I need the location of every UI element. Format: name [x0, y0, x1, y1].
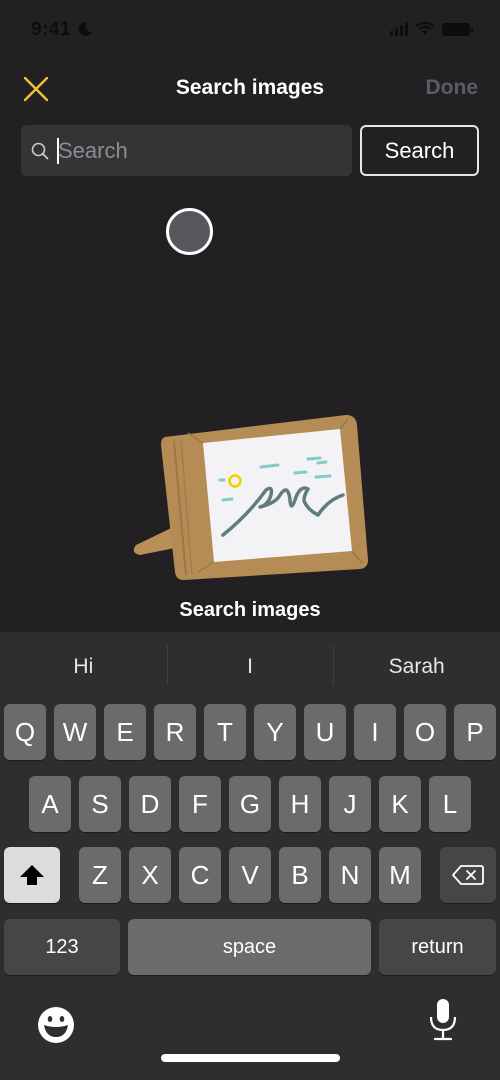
key-o[interactable]: O [404, 704, 446, 760]
status-time: 9:41 [31, 19, 72, 40]
key-m[interactable]: M [379, 847, 421, 903]
key-z[interactable]: Z [79, 847, 121, 903]
shift-key[interactable] [4, 847, 60, 903]
microphone-icon[interactable] [428, 998, 458, 1042]
emoji-icon[interactable] [37, 1006, 75, 1044]
key-f[interactable]: F [179, 776, 221, 832]
status-bar: 9:41 [0, 0, 500, 60]
moon-icon [78, 21, 92, 36]
key-t[interactable]: T [204, 704, 246, 760]
suggestion-item[interactable]: Sarah [333, 632, 500, 702]
suggestion-bar: Hi I Sarah [0, 632, 500, 702]
wifi-icon [415, 22, 435, 35]
key-e[interactable]: E [104, 704, 146, 760]
key-c[interactable]: C [179, 847, 221, 903]
key-h[interactable]: H [279, 776, 321, 832]
empty-state-title: Search images [179, 599, 321, 621]
return-key[interactable]: return [379, 919, 496, 975]
backspace-key[interactable] [440, 847, 496, 903]
key-u[interactable]: U [304, 704, 346, 760]
keyboard: Hi I Sarah QWERTYUIOP ASDFGHJKL ZXCVBNM … [0, 632, 500, 1080]
key-p[interactable]: P [454, 704, 496, 760]
home-indicator[interactable] [161, 1054, 340, 1062]
status-indicators [390, 22, 473, 36]
search-icon [31, 142, 49, 159]
key-b[interactable]: B [279, 847, 321, 903]
search-input[interactable] [58, 137, 318, 164]
key-x[interactable]: X [129, 847, 171, 903]
touch-indicator [166, 208, 213, 255]
key-d[interactable]: D [129, 776, 171, 832]
key-g[interactable]: G [229, 776, 271, 832]
key-r[interactable]: R [154, 704, 196, 760]
space-key[interactable]: space [128, 919, 371, 975]
shift-arrow-icon [20, 865, 44, 885]
key-l[interactable]: L [429, 776, 471, 832]
backspace-icon [452, 865, 484, 885]
numbers-key[interactable]: 123 [4, 919, 120, 975]
done-button[interactable]: Done [426, 76, 479, 100]
key-n[interactable]: N [329, 847, 371, 903]
key-v[interactable]: V [229, 847, 271, 903]
search-row: Search [21, 125, 479, 176]
key-q[interactable]: Q [4, 704, 46, 760]
key-a[interactable]: A [29, 776, 71, 832]
key-k[interactable]: K [379, 776, 421, 832]
key-y[interactable]: Y [254, 704, 296, 760]
key-i[interactable]: I [354, 704, 396, 760]
suggestion-item[interactable]: I [166, 632, 334, 702]
picture-frame-illustration [133, 415, 368, 580]
suggestion-item[interactable]: Hi [0, 632, 167, 702]
navigation-bar: Search images Done [0, 60, 500, 116]
search-field[interactable] [21, 125, 352, 176]
battery-icon [442, 22, 473, 36]
key-w[interactable]: W [54, 704, 96, 760]
search-button[interactable]: Search [360, 125, 479, 176]
key-j[interactable]: J [329, 776, 371, 832]
key-s[interactable]: S [79, 776, 121, 832]
cellular-signal-icon [390, 22, 408, 36]
